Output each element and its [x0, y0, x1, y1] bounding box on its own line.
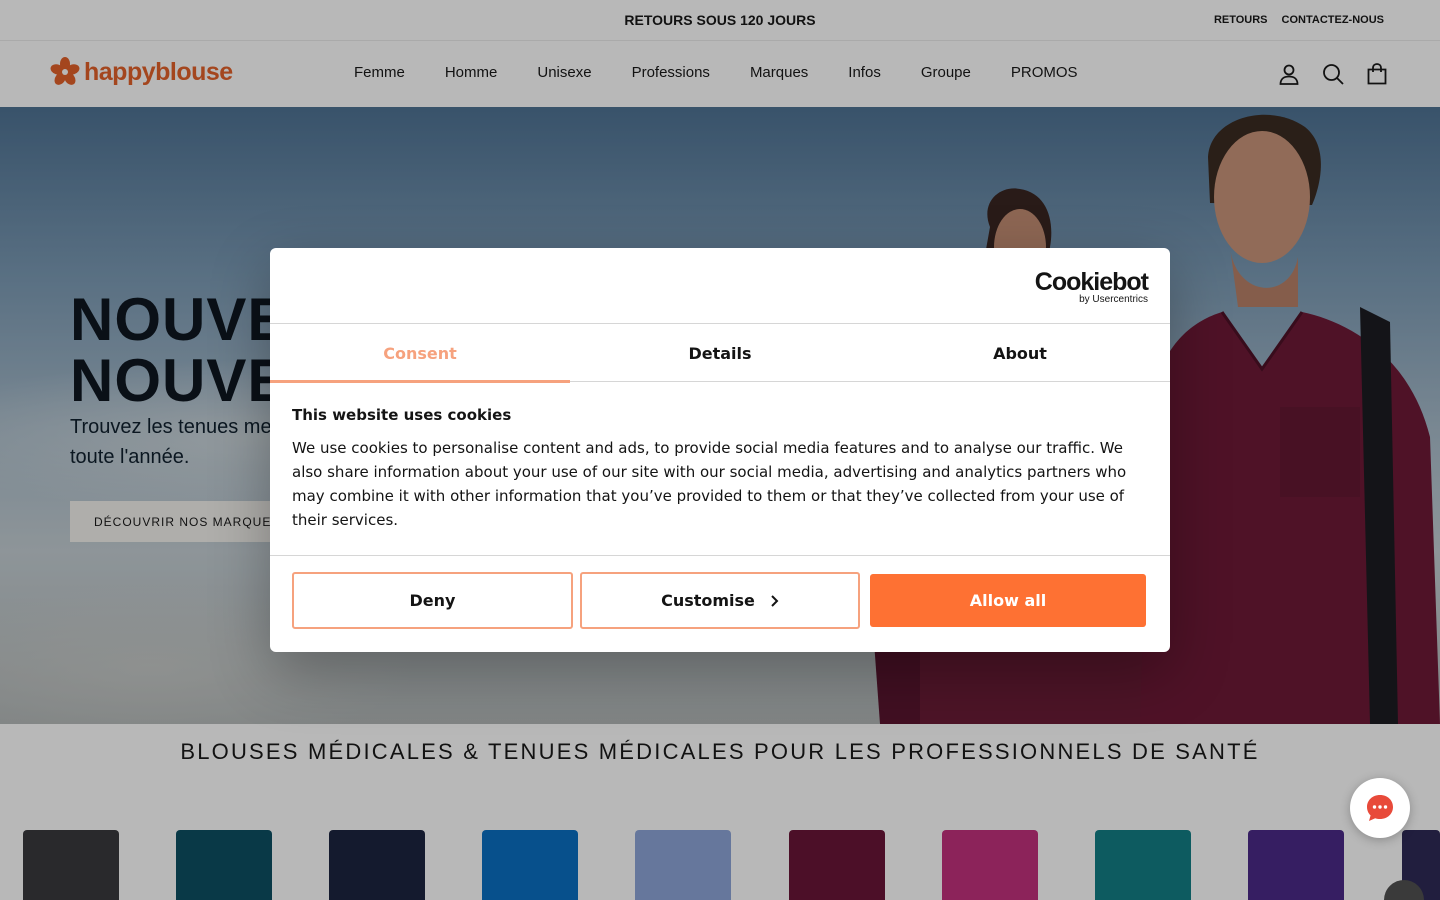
- deny-button[interactable]: Deny: [292, 572, 573, 629]
- dialog-heading: This website uses cookies: [292, 406, 512, 424]
- allow-all-button-label: Allow all: [969, 591, 1047, 610]
- tab-details[interactable]: Details: [570, 324, 870, 382]
- tab-consent[interactable]: Consent: [270, 324, 570, 383]
- chat-launcher[interactable]: [1350, 778, 1410, 838]
- dialog-footer: Deny Customise Allow all: [270, 555, 1170, 652]
- dialog-header: Cookiebot by Usercentrics: [270, 248, 1170, 324]
- cookiebot-brand: Cookiebot: [1034, 268, 1149, 296]
- cookie-consent-dialog: Cookiebot by Usercentrics Consent Detail…: [270, 248, 1170, 652]
- chat-icon: [1367, 795, 1393, 821]
- customise-button-label: Customise: [661, 591, 755, 610]
- allow-all-button[interactable]: Allow all: [870, 574, 1146, 627]
- cookiebot-logo: Cookiebot by Usercentrics: [1034, 268, 1149, 306]
- deny-button-label: Deny: [409, 591, 456, 610]
- dialog-body: This website uses cookies We use cookies…: [292, 406, 1148, 532]
- tab-about[interactable]: About: [870, 324, 1170, 382]
- chevron-right-icon: [771, 594, 779, 607]
- dialog-tabs: Consent Details About: [270, 324, 1170, 383]
- dialog-description: We use cookies to personalise content an…: [292, 439, 1127, 529]
- customise-button[interactable]: Customise: [580, 572, 860, 629]
